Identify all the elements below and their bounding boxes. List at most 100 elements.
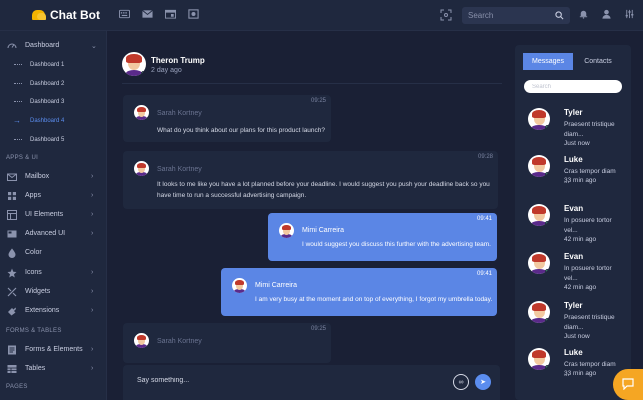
message-incoming: Sarah Kortney 09:25 What do you think ab… bbox=[123, 95, 331, 142]
avatar bbox=[528, 204, 550, 226]
search-input[interactable] bbox=[468, 11, 548, 20]
sidebar-subitem-dashboard-4[interactable]: → Dashboard 4 bbox=[0, 112, 106, 129]
chat-bubbles-icon bbox=[32, 10, 46, 20]
calendar-icon[interactable] bbox=[165, 9, 176, 19]
send-button[interactable]: ➤ bbox=[475, 374, 491, 390]
sidebar-subitem-dashboard-1[interactable]: Dashboard 1 bbox=[0, 56, 106, 73]
settings-icon[interactable] bbox=[624, 9, 635, 19]
contact-item[interactable]: Evan In posuere tortor vel... 42 min ago bbox=[515, 204, 631, 254]
sidebar-item-ui-elements[interactable]: UI Elements › bbox=[0, 206, 106, 223]
chat-divider bbox=[122, 83, 502, 84]
avatar bbox=[528, 155, 550, 177]
mail-icon[interactable] bbox=[142, 9, 153, 19]
apps-icon bbox=[7, 191, 17, 201]
tab-messages[interactable]: Messages bbox=[523, 53, 573, 70]
message-text: I would suggest you discuss this further… bbox=[302, 241, 491, 248]
sidebar-item-icons[interactable]: Icons › bbox=[0, 264, 106, 281]
tab-contacts[interactable]: Contacts bbox=[573, 53, 623, 70]
sidebar-item-label: Tables bbox=[25, 365, 46, 372]
avatar bbox=[279, 223, 294, 238]
contact-item[interactable]: Evan In posuere tortor vel... 42 min ago bbox=[515, 252, 631, 302]
sidebar-subitem-dashboard-3[interactable]: Dashboard 3 bbox=[0, 93, 106, 110]
message-sender: Sarah Kortney bbox=[157, 110, 202, 117]
message-incoming: Sarah Kortney 09:25 bbox=[123, 323, 331, 363]
search-icon[interactable] bbox=[555, 11, 564, 20]
avatar bbox=[528, 252, 550, 274]
sidebar-item-extensions[interactable]: Extensions › bbox=[0, 302, 106, 319]
chevron-right-icon: › bbox=[91, 307, 94, 314]
fullscreen-icon[interactable] bbox=[440, 9, 452, 21]
contact-name: Luke bbox=[564, 348, 583, 357]
extensions-icon bbox=[7, 306, 17, 316]
avatar-hair bbox=[136, 106, 147, 112]
user-icon[interactable] bbox=[601, 9, 612, 19]
attach-button[interactable]: ∞ bbox=[453, 374, 469, 390]
avatar-shirt bbox=[136, 116, 147, 120]
message-outgoing: Mimi Carreira 09:41 I am very busy at th… bbox=[221, 268, 497, 316]
avatar-shirt bbox=[136, 172, 147, 176]
keyboard-icon[interactable] bbox=[119, 9, 130, 19]
sidebar-subitem-label: Dashboard 1 bbox=[30, 61, 65, 68]
contact-preview-line-2: diam... bbox=[564, 324, 584, 331]
contact-item[interactable]: Tyler Praesent tristique diam... Just no… bbox=[515, 301, 631, 351]
contact-preview-line-2: vel... bbox=[564, 227, 578, 234]
contact-preview-line-2: diam... bbox=[564, 131, 584, 138]
contact-preview-line-1: In posuere tortor bbox=[564, 217, 612, 224]
contacts-panel: Messages Contacts Tyler Praesent tristiq… bbox=[515, 45, 631, 400]
dots-icon bbox=[14, 101, 22, 102]
sidebar-subitem-label: Dashboard 5 bbox=[30, 136, 65, 143]
avatar-hair bbox=[531, 206, 547, 214]
app-title: Chat Bot bbox=[50, 8, 100, 22]
sidebar-item-dashboard[interactable]: Dashboard ⌄ bbox=[0, 37, 106, 54]
contact-preview-line-1: Praesent tristique bbox=[564, 314, 615, 321]
section-label-forms: FORMS & TABLES bbox=[6, 328, 62, 334]
message-time: 09:25 bbox=[310, 326, 326, 332]
bell-icon[interactable] bbox=[578, 9, 589, 19]
sidebar-item-forms[interactable]: Forms & Elements › bbox=[0, 341, 106, 358]
avatar-hair bbox=[531, 303, 547, 311]
avatar-shirt bbox=[136, 344, 147, 348]
avatar bbox=[134, 333, 149, 348]
contact-name: Evan bbox=[564, 204, 584, 213]
sidebar-subitem-label: Dashboard 4 bbox=[30, 117, 65, 124]
top-right-icons bbox=[578, 9, 635, 19]
sidebar-subitem-dashboard-2[interactable]: Dashboard 2 bbox=[0, 75, 106, 92]
message-input[interactable] bbox=[137, 377, 437, 384]
avatar[interactable] bbox=[122, 52, 146, 76]
contacts-search-input[interactable] bbox=[532, 83, 602, 90]
online-status-dot bbox=[141, 71, 146, 76]
sidebar-item-mailbox[interactable]: Mailbox › bbox=[0, 168, 106, 185]
apps-icon[interactable] bbox=[188, 9, 199, 19]
avatar bbox=[528, 348, 550, 370]
sidebar-item-label: UI Elements bbox=[25, 211, 64, 218]
sidebar-subitem-dashboard-5[interactable]: Dashboard 5 bbox=[0, 131, 106, 148]
color-icon bbox=[7, 248, 17, 258]
chevron-right-icon: › bbox=[91, 365, 94, 372]
message-sender: Sarah Kortney bbox=[157, 338, 202, 345]
contact-time: 33 min ago bbox=[564, 177, 597, 184]
dots-icon bbox=[14, 139, 22, 140]
online-status-dot bbox=[545, 172, 550, 177]
chevron-right-icon: › bbox=[91, 346, 94, 353]
support-chat-button[interactable] bbox=[613, 369, 643, 400]
contact-preview-line-1: Praesent tristique bbox=[564, 121, 615, 128]
sidebar-subitem-label: Dashboard 3 bbox=[30, 98, 65, 105]
section-label-apps: APPS & UI bbox=[6, 155, 39, 161]
contact-name: Tyler bbox=[564, 108, 583, 117]
contact-item[interactable]: Luke Cras tempor diam ... 33 min ago bbox=[515, 155, 631, 205]
sidebar-item-label: Icons bbox=[25, 269, 42, 276]
contact-item[interactable]: Tyler Praesent tristique diam... Just no… bbox=[515, 108, 631, 158]
advanced-icon bbox=[7, 229, 17, 239]
sidebar-item-color[interactable]: Color bbox=[0, 244, 106, 261]
app-logo[interactable]: Chat Bot bbox=[32, 8, 100, 22]
contacts-search bbox=[524, 80, 622, 93]
sidebar-item-apps[interactable]: Apps › bbox=[0, 187, 106, 204]
sidebar-item-advanced-ui[interactable]: Advanced UI › bbox=[0, 225, 106, 242]
sidebar-item-tables[interactable]: Tables › bbox=[0, 360, 106, 377]
contact-time: Just now bbox=[564, 333, 590, 340]
sidebar-item-label: Dashboard bbox=[25, 42, 60, 49]
top-bar: Chat Bot bbox=[0, 0, 643, 31]
forms-icon bbox=[7, 345, 17, 355]
avatar-hair bbox=[531, 157, 547, 165]
sidebar-item-widgets[interactable]: Widgets › bbox=[0, 283, 106, 300]
